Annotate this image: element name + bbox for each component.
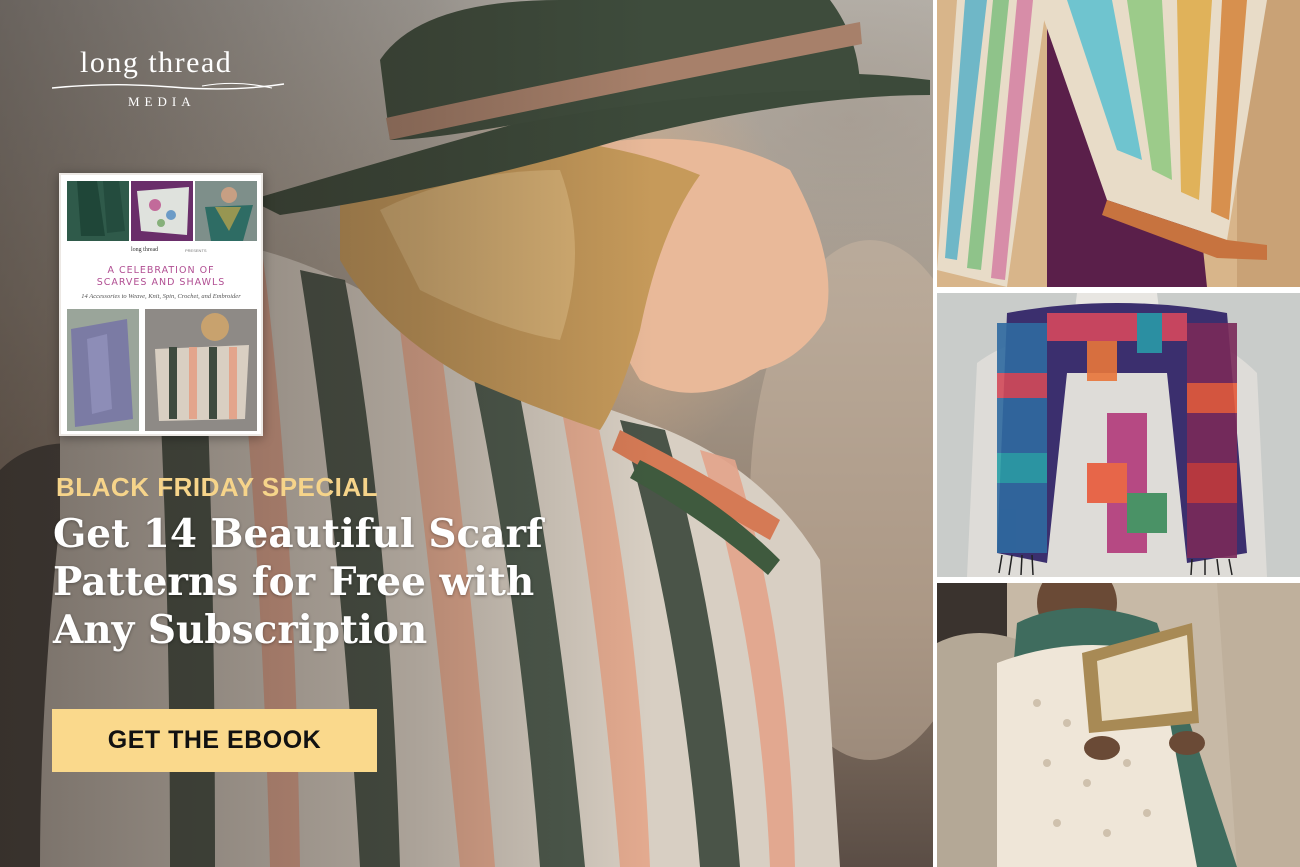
striped-shawl-illustration — [937, 0, 1300, 287]
cover-subtitle: 14 Accessories to Weave, Knit, Spin, Cro… — [81, 293, 241, 300]
cover-thumb-purple-shawl — [67, 309, 139, 431]
ebook-cover[interactable]: long thread PRESENTS A CELEBRATION OF SC… — [59, 173, 263, 436]
cover-thumb-teal-shawl — [195, 181, 257, 241]
photo-lace-shawl-reader — [937, 583, 1300, 867]
cover-thumb-floral-shawl — [131, 181, 193, 241]
lace-shawl-reader-illustration — [937, 583, 1300, 867]
promo-headline: Get 14 Beautiful Scarf Patterns for Free… — [53, 510, 593, 654]
logo-swoosh-icon — [52, 82, 285, 90]
logo-subtext: MEDIA — [128, 94, 196, 109]
headline-line1: Get 14 Beautiful Scarf — [53, 511, 543, 557]
headline-line2: Patterns for Free with — [53, 559, 535, 605]
brand-logo[interactable]: long thread MEDIA — [52, 46, 292, 116]
logo-wordmark: long thread — [80, 46, 233, 79]
cover-thumb-striped-scarf — [145, 309, 257, 431]
hero-photo: long thread MEDIA long thread PRESENTS A… — [0, 0, 933, 867]
cover-title-line2: SCARVES AND SHAWLS — [96, 277, 226, 288]
cover-thumb-green-scarf — [67, 181, 129, 241]
photo-striped-shawl — [937, 0, 1300, 287]
cover-title: A CELEBRATION OF SCARVES AND SHAWLS — [61, 265, 261, 289]
plaid-scarf-illustration — [937, 293, 1300, 577]
headline-line3: Any Subscription — [53, 607, 428, 653]
photo-plaid-scarf — [937, 293, 1300, 577]
cover-title-line1: A CELEBRATION OF — [107, 265, 215, 276]
cover-presents: PRESENTS — [185, 248, 207, 253]
promo-eyebrow: BLACK FRIDAY SPECIAL — [56, 472, 379, 502]
get-ebook-button[interactable]: GET THE EBOOK — [52, 709, 377, 772]
cover-logo: long thread — [131, 247, 159, 253]
